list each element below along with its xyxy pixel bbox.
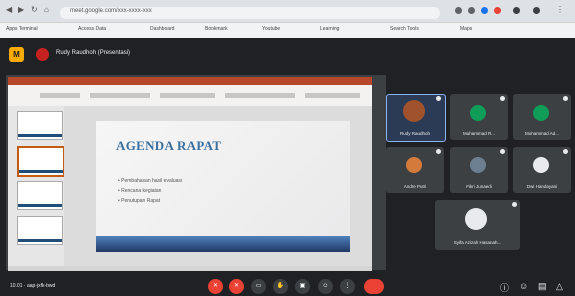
extension-icon[interactable] bbox=[481, 7, 488, 14]
slide-bullet: • Pembahasan hasil evaluasi bbox=[118, 178, 183, 184]
slide-bullet: • Penutupan Rapat bbox=[118, 198, 161, 204]
participant-avatar bbox=[403, 100, 425, 122]
browser-menu-icon[interactable]: ⋮ bbox=[556, 5, 564, 14]
raise-hand-button[interactable]: ✋ bbox=[273, 279, 288, 294]
participant-name: Dwi Handayani bbox=[526, 184, 558, 189]
ribbon-group bbox=[90, 93, 150, 98]
mic-muted-icon bbox=[500, 96, 505, 101]
slide-thumbnail bbox=[17, 111, 63, 140]
camera-off-button[interactable]: ✕ bbox=[229, 279, 244, 294]
participant-avatar bbox=[470, 157, 486, 173]
bookmark-item[interactable]: Apps Terminal bbox=[6, 26, 38, 32]
presenter-title: Rudy Raudhoh (Presentasi) bbox=[56, 50, 131, 56]
chat-icon[interactable]: ▤ bbox=[538, 281, 547, 292]
present-button[interactable]: ▣ bbox=[295, 279, 310, 294]
bookmark-item[interactable]: Search Tools bbox=[390, 26, 419, 32]
mic-muted-icon bbox=[500, 149, 505, 154]
extension-icon[interactable] bbox=[455, 7, 462, 14]
slide-bullet: • Rencana kegiatan bbox=[118, 188, 162, 194]
participant-avatar bbox=[470, 105, 486, 121]
powerpoint-statusbar bbox=[8, 266, 372, 271]
ribbon-group bbox=[160, 93, 215, 98]
meet-header bbox=[0, 38, 575, 75]
bookmark-item[interactable]: Youtube bbox=[262, 26, 280, 32]
end-call-button[interactable] bbox=[364, 279, 384, 294]
mic-muted-icon bbox=[436, 96, 441, 101]
address-bar-url[interactable]: meet.google.com/xxx-xxxx-xxx bbox=[70, 8, 152, 14]
bookmark-item[interactable]: Dashboard bbox=[150, 26, 174, 32]
meeting-time-code: 10.01 · aap-jxfk-bwd bbox=[10, 283, 56, 289]
ribbon-group bbox=[305, 93, 360, 98]
bookmark-item[interactable]: Bookmark bbox=[205, 26, 228, 32]
mic-muted-icon bbox=[563, 96, 568, 101]
participant-name: Rudy Raudhoh bbox=[399, 131, 431, 136]
bookmark-item[interactable]: Learning bbox=[320, 26, 339, 32]
captions-button[interactable]: ▭ bbox=[251, 279, 266, 294]
extension-icon[interactable] bbox=[513, 7, 520, 14]
reload-icon[interactable]: ↻ bbox=[31, 5, 38, 14]
participant-avatar bbox=[533, 105, 549, 121]
more-options-button[interactable]: ⋮ bbox=[340, 279, 355, 294]
reactions-button[interactable]: ☺ bbox=[318, 279, 333, 294]
activities-icon[interactable]: △ bbox=[556, 281, 563, 292]
extension-icon[interactable] bbox=[468, 7, 475, 14]
ribbon-group bbox=[40, 93, 80, 98]
info-icon[interactable]: ⓘ bbox=[500, 281, 509, 294]
mic-off-button[interactable]: ✕ bbox=[208, 279, 223, 294]
slide-thumbnail-selected bbox=[17, 146, 65, 177]
ribbon-group bbox=[225, 93, 295, 98]
participant-name: Syifa Azizah Hasanah... bbox=[453, 240, 502, 245]
bookmark-item[interactable]: Access Data bbox=[78, 26, 106, 32]
slide-footer-band bbox=[96, 236, 350, 252]
extension-icon[interactable] bbox=[494, 7, 501, 14]
participant-avatar bbox=[465, 208, 487, 230]
participant-name: Muhammad R... bbox=[462, 131, 495, 136]
back-icon[interactable]: ◀ bbox=[6, 5, 12, 14]
participant-name: Fikri Junaedi bbox=[466, 184, 492, 189]
presenter-avatar bbox=[36, 48, 49, 61]
meet-logo: M bbox=[9, 47, 24, 62]
home-icon[interactable]: ⌂ bbox=[44, 5, 49, 14]
slide-thumbnail bbox=[17, 216, 63, 245]
slide-title: AGENDA RAPAT bbox=[116, 138, 222, 153]
participant-avatar bbox=[406, 157, 422, 173]
mic-muted-icon bbox=[436, 149, 441, 154]
powerpoint-titlebar bbox=[8, 77, 372, 85]
profile-avatar[interactable] bbox=[533, 7, 540, 14]
slide-thumbnail bbox=[17, 181, 63, 210]
mic-muted-icon bbox=[563, 149, 568, 154]
participant-name: Muhammad Ad... bbox=[524, 131, 560, 136]
forward-icon[interactable]: ▶ bbox=[18, 5, 24, 14]
people-icon[interactable]: ☺ bbox=[519, 281, 528, 291]
participant-avatar bbox=[533, 157, 549, 173]
bookmark-item[interactable]: Maps bbox=[460, 26, 472, 32]
participant-name: Andre Putri bbox=[403, 184, 427, 189]
mic-muted-icon bbox=[512, 202, 517, 207]
